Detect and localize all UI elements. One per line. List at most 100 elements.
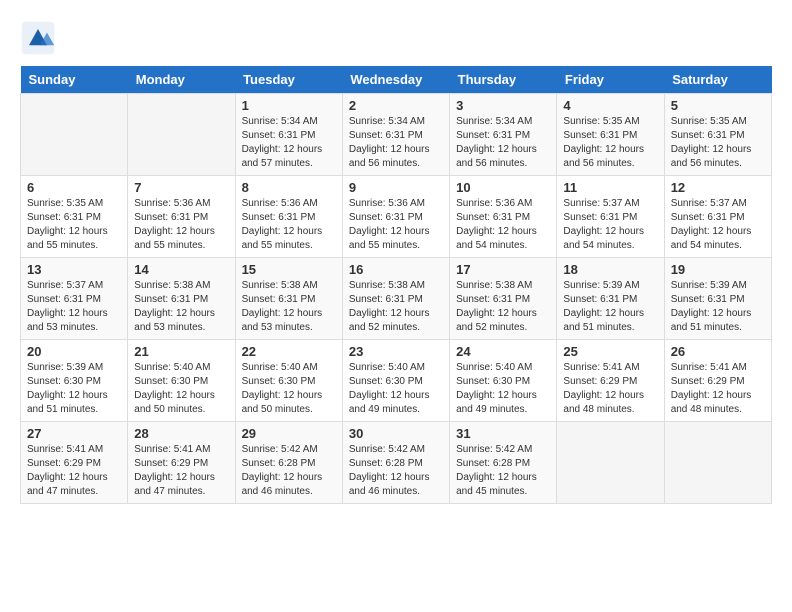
calendar-week-row: 13 Sunrise: 5:37 AM Sunset: 6:31 PM Dayli… [21,258,772,340]
calendar-cell: 13 Sunrise: 5:37 AM Sunset: 6:31 PM Dayli… [21,258,128,340]
day-number: 12 [671,180,765,195]
day-number: 23 [349,344,443,359]
calendar-cell [557,422,664,504]
day-info: Sunrise: 5:36 AM Sunset: 6:31 PM Dayligh… [242,197,336,253]
day-number: 20 [27,344,121,359]
calendar-cell: 9 Sunrise: 5:36 AM Sunset: 6:31 PM Daylig… [342,176,449,258]
day-info: Sunrise: 5:39 AM Sunset: 6:30 PM Dayligh… [27,361,121,417]
calendar-cell: 21Sunrise: 5:40 AM Sunset: 6:30 PM Dayli… [128,340,235,422]
day-info: Sunrise: 5:36 AM Sunset: 6:31 PM Dayligh… [456,197,550,253]
day-number: 13 [27,262,121,277]
day-number: 19 [671,262,765,277]
day-number: 4 [563,98,657,113]
calendar-cell: 20 Sunrise: 5:39 AM Sunset: 6:30 PM Dayli… [21,340,128,422]
logo-icon [20,20,56,56]
day-info: Sunrise: 5:41 AM Sunset: 6:29 PM Dayligh… [27,443,121,499]
calendar-cell: 10 Sunrise: 5:36 AM Sunset: 6:31 PM Dayli… [450,176,557,258]
calendar-header-row: SundayMondayTuesdayWednesdayThursdayFrid… [21,66,772,94]
calendar-cell: 8 Sunrise: 5:36 AM Sunset: 6:31 PM Daylig… [235,176,342,258]
calendar-cell: 30 Sunrise: 5:42 AM Sunset: 6:28 PM Dayli… [342,422,449,504]
day-number: 15 [242,262,336,277]
day-info: Sunrise: 5:42 AM Sunset: 6:28 PM Dayligh… [349,443,443,499]
calendar-cell: 25Sunrise: 5:41 AM Sunset: 6:29 PM Dayli… [557,340,664,422]
calendar-cell: 17 Sunrise: 5:38 AM Sunset: 6:31 PM Dayli… [450,258,557,340]
day-header-friday: Friday [557,66,664,94]
calendar-cell: 28Sunrise: 5:41 AM Sunset: 6:29 PM Dayli… [128,422,235,504]
day-info: Sunrise: 5:40 AM Sunset: 6:30 PM Dayligh… [242,361,336,417]
day-info: Sunrise: 5:38 AM Sunset: 6:31 PM Dayligh… [242,279,336,335]
day-number: 29 [242,426,336,441]
day-info: Sunrise: 5:37 AM Sunset: 6:31 PM Dayligh… [671,197,765,253]
calendar-cell: 4 Sunrise: 5:35 AM Sunset: 6:31 PM Daylig… [557,94,664,176]
calendar-cell: 16 Sunrise: 5:38 AM Sunset: 6:31 PM Dayli… [342,258,449,340]
day-number: 24 [456,344,550,359]
day-number: 16 [349,262,443,277]
logo [20,20,62,56]
calendar-week-row: 27 Sunrise: 5:41 AM Sunset: 6:29 PM Dayli… [21,422,772,504]
day-info: Sunrise: 5:36 AM Sunset: 6:31 PM Dayligh… [134,197,228,253]
day-number: 18 [563,262,657,277]
day-number: 27 [27,426,121,441]
calendar-cell: 2 Sunrise: 5:34 AM Sunset: 6:31 PM Daylig… [342,94,449,176]
calendar-cell: 19 Sunrise: 5:39 AM Sunset: 6:31 PM Dayli… [664,258,771,340]
day-number: 7 [134,180,228,195]
day-header-sunday: Sunday [21,66,128,94]
day-number: 28 [134,426,228,441]
calendar-table: SundayMondayTuesdayWednesdayThursdayFrid… [20,66,772,504]
day-number: 30 [349,426,443,441]
calendar-cell: 6Sunrise: 5:35 AM Sunset: 6:31 PM Daylig… [21,176,128,258]
calendar-cell: 26 Sunrise: 5:41 AM Sunset: 6:29 PM Dayli… [664,340,771,422]
day-number: 8 [242,180,336,195]
day-number: 17 [456,262,550,277]
day-number: 6 [27,180,121,195]
calendar-cell: 29 Sunrise: 5:42 AM Sunset: 6:28 PM Dayli… [235,422,342,504]
calendar-cell: 18 Sunrise: 5:39 AM Sunset: 6:31 PM Dayli… [557,258,664,340]
day-number: 2 [349,98,443,113]
calendar-week-row: 1Sunrise: 5:34 AM Sunset: 6:31 PM Daylig… [21,94,772,176]
calendar-cell [21,94,128,176]
page-header [20,20,772,56]
day-info: Sunrise: 5:41 AM Sunset: 6:29 PM Dayligh… [563,361,657,417]
day-info: Sunrise: 5:35 AM Sunset: 6:31 PM Dayligh… [671,115,765,171]
calendar-cell: 24 Sunrise: 5:40 AM Sunset: 6:30 PM Dayli… [450,340,557,422]
day-info: Sunrise: 5:42 AM Sunset: 6:28 PM Dayligh… [242,443,336,499]
day-info: Sunrise: 5:37 AM Sunset: 6:31 PM Dayligh… [563,197,657,253]
calendar-cell: 1Sunrise: 5:34 AM Sunset: 6:31 PM Daylig… [235,94,342,176]
day-info: Sunrise: 5:38 AM Sunset: 6:31 PM Dayligh… [349,279,443,335]
day-info: Sunrise: 5:39 AM Sunset: 6:31 PM Dayligh… [671,279,765,335]
day-info: Sunrise: 5:41 AM Sunset: 6:29 PM Dayligh… [671,361,765,417]
calendar-cell: 3Sunrise: 5:34 AM Sunset: 6:31 PM Daylig… [450,94,557,176]
calendar-cell: 27 Sunrise: 5:41 AM Sunset: 6:29 PM Dayli… [21,422,128,504]
day-number: 22 [242,344,336,359]
day-header-saturday: Saturday [664,66,771,94]
day-number: 10 [456,180,550,195]
day-info: Sunrise: 5:36 AM Sunset: 6:31 PM Dayligh… [349,197,443,253]
day-header-thursday: Thursday [450,66,557,94]
calendar-cell: 7 Sunrise: 5:36 AM Sunset: 6:31 PM Daylig… [128,176,235,258]
day-info: Sunrise: 5:35 AM Sunset: 6:31 PM Dayligh… [563,115,657,171]
calendar-cell [664,422,771,504]
calendar-cell: 5 Sunrise: 5:35 AM Sunset: 6:31 PM Daylig… [664,94,771,176]
calendar-cell: 15 Sunrise: 5:38 AM Sunset: 6:31 PM Dayli… [235,258,342,340]
day-number: 11 [563,180,657,195]
calendar-cell: 12 Sunrise: 5:37 AM Sunset: 6:31 PM Dayli… [664,176,771,258]
day-number: 9 [349,180,443,195]
day-header-tuesday: Tuesday [235,66,342,94]
calendar-week-row: 20 Sunrise: 5:39 AM Sunset: 6:30 PM Dayli… [21,340,772,422]
day-info: Sunrise: 5:40 AM Sunset: 6:30 PM Dayligh… [456,361,550,417]
day-info: Sunrise: 5:38 AM Sunset: 6:31 PM Dayligh… [456,279,550,335]
day-header-wednesday: Wednesday [342,66,449,94]
calendar-cell: 22 Sunrise: 5:40 AM Sunset: 6:30 PM Dayli… [235,340,342,422]
day-number: 14 [134,262,228,277]
calendar-cell: 31Sunrise: 5:42 AM Sunset: 6:28 PM Dayli… [450,422,557,504]
calendar-cell: 23 Sunrise: 5:40 AM Sunset: 6:30 PM Dayli… [342,340,449,422]
day-info: Sunrise: 5:40 AM Sunset: 6:30 PM Dayligh… [349,361,443,417]
day-info: Sunrise: 5:37 AM Sunset: 6:31 PM Dayligh… [27,279,121,335]
day-number: 5 [671,98,765,113]
day-info: Sunrise: 5:34 AM Sunset: 6:31 PM Dayligh… [349,115,443,171]
day-number: 3 [456,98,550,113]
day-info: Sunrise: 5:39 AM Sunset: 6:31 PM Dayligh… [563,279,657,335]
calendar-week-row: 6Sunrise: 5:35 AM Sunset: 6:31 PM Daylig… [21,176,772,258]
day-info: Sunrise: 5:34 AM Sunset: 6:31 PM Dayligh… [242,115,336,171]
day-number: 26 [671,344,765,359]
